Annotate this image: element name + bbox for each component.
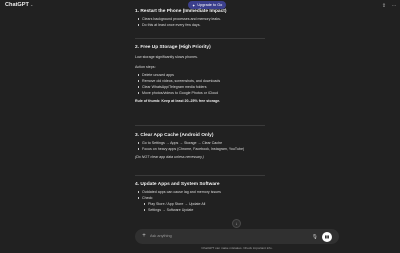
prompt-input[interactable]: Ask anything	[150, 233, 172, 240]
section-heading: 2. Free Up Storage (High Priority)	[135, 45, 211, 50]
bullet-list: Outdated apps can cause lag and memory i…	[135, 189, 265, 201]
sub-bullet-list: Play Store / App Store → Update All Sett…	[135, 201, 265, 213]
model-selector[interactable]: ChatGPT⌄	[5, 2, 33, 8]
bullet-list: Go to Settings → Apps → Storage → Clear …	[135, 140, 265, 152]
rule-of-thumb: Rule of thumb: Keep at least 20–25% free…	[135, 99, 221, 103]
more-options-icon[interactable]: ⋯	[390, 2, 398, 10]
cache-note: (Do NOT clear app data unless necessary.…	[135, 155, 204, 159]
app-name: ChatGPT	[5, 2, 29, 8]
disclaimer-text: ChatGPT can make mistakes. Check importa…	[201, 246, 273, 250]
message-composer[interactable]: + Ask anything 🎙 ▮▮	[135, 229, 339, 244]
list-item: Move photos/videos to Google Photos or i…	[135, 90, 265, 96]
upgrade-button[interactable]: ✦ Upgrade to Go	[188, 1, 227, 9]
sparkle-icon: ✦	[192, 2, 196, 8]
chatgpt-window: ChatGPT⌄ ✦ Upgrade to Go ⇪ ⋯ 1. Restart …	[0, 0, 400, 253]
section-update-software: 4. Update Apps and System Software Outda…	[135, 182, 265, 213]
section-heading: 1. Restart the Phone (Immediate Impact)	[135, 9, 227, 14]
list-item: Do this at least once every few days.	[135, 22, 265, 28]
voice-mode-button[interactable]: ▮▮	[322, 232, 332, 242]
section-intro: Low storage significantly slows phones.	[135, 55, 198, 59]
divider	[135, 38, 265, 39]
divider	[135, 125, 265, 126]
section-clear-cache: 3. Clear App Cache (Android Only) Go to …	[135, 133, 265, 160]
list-item: Focus on heavy apps (Chrome, Facebook, I…	[135, 146, 265, 152]
bullet-list: Clears background processes and memory l…	[135, 16, 265, 28]
microphone-icon[interactable]: 🎙	[312, 233, 318, 240]
bullet-list: Delete unused apps Remove old videos, sc…	[135, 72, 265, 96]
share-icon[interactable]: ⇪	[380, 2, 388, 10]
plus-icon[interactable]: +	[140, 232, 148, 241]
scroll-down-icon[interactable]: ↓	[232, 219, 241, 228]
list-item: Settings → Software Update	[135, 207, 265, 213]
section-restart: 1. Restart the Phone (Immediate Impact) …	[135, 9, 265, 28]
section-free-storage: 2. Free Up Storage (High Priority) Low s…	[135, 45, 265, 104]
section-heading: 3. Clear App Cache (Android Only)	[135, 133, 214, 138]
section-heading: 4. Update Apps and System Software	[135, 182, 220, 187]
upgrade-label: Upgrade to Go	[197, 3, 223, 7]
divider	[135, 175, 265, 176]
action-steps-label: Action steps:	[135, 65, 156, 69]
chevron-down-icon: ⌄	[29, 2, 34, 7]
